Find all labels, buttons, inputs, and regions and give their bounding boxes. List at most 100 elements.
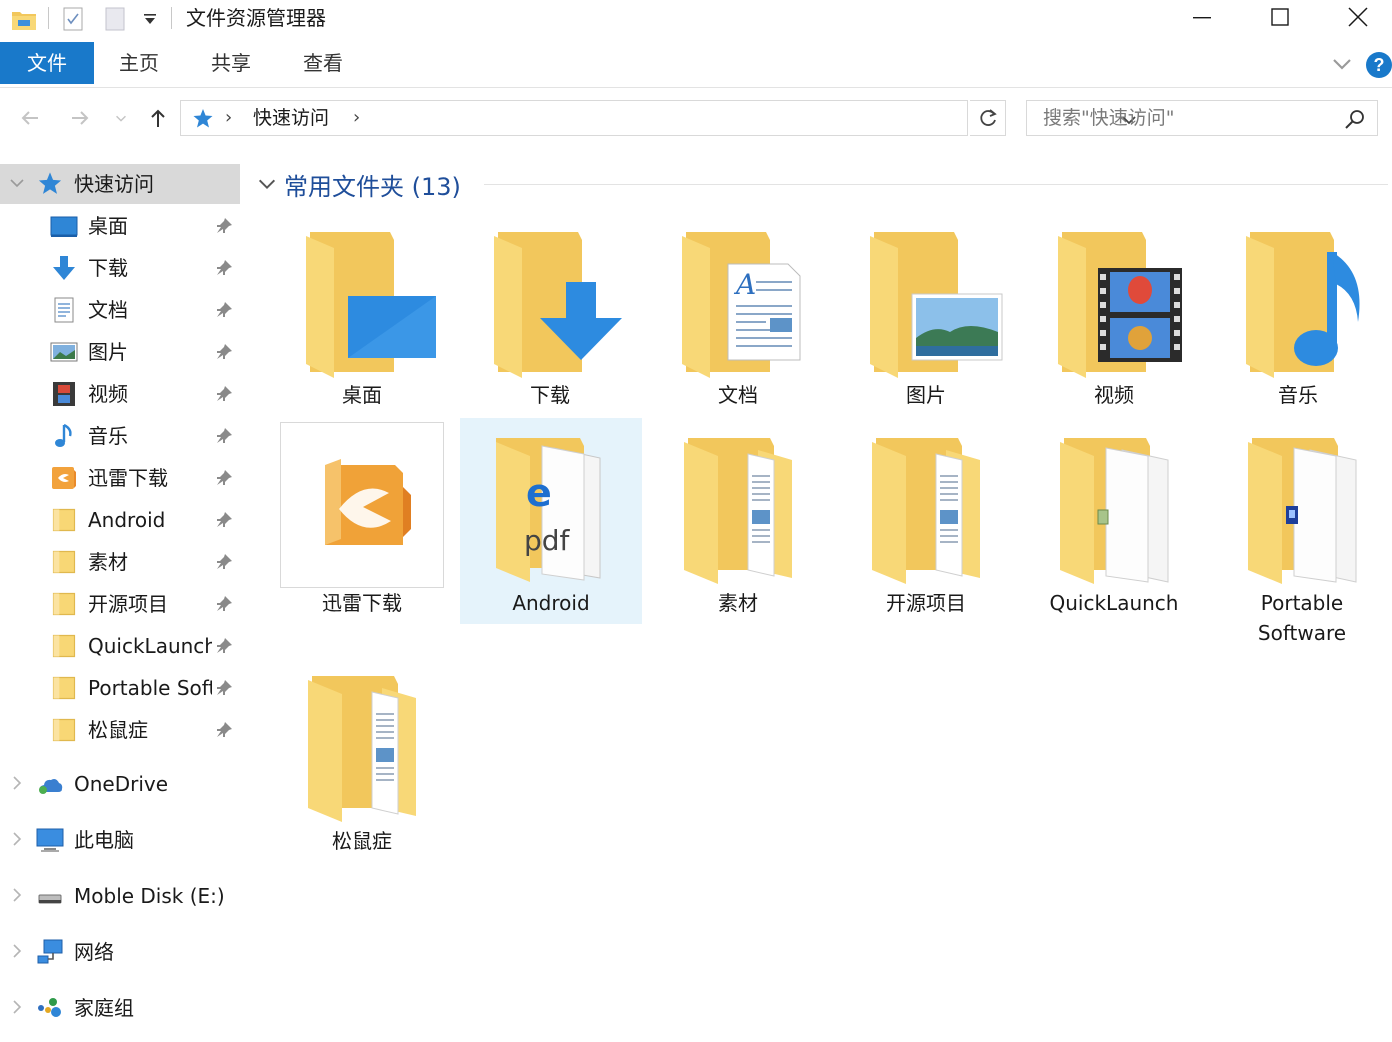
chevron-right-icon[interactable]	[8, 998, 26, 1016]
folder-tile-videos[interactable]: 视频	[1022, 222, 1206, 418]
close-button[interactable]	[1318, 0, 1392, 34]
pin-icon[interactable]	[214, 258, 234, 278]
recent-locations-button[interactable]	[108, 102, 134, 134]
tab-file[interactable]: 文件	[0, 42, 94, 84]
back-button[interactable]	[14, 102, 46, 134]
folder-tile-portable-software[interactable]: Portable Software	[1210, 420, 1392, 656]
sidebar-item-onedrive[interactable]: OneDrive	[0, 764, 240, 804]
sidebar-item-materials[interactable]: 素材	[0, 542, 240, 582]
breadcrumb-separator-icon[interactable]: ›	[353, 101, 360, 135]
navigation-pane: 快速访问 桌面 下载 文档 图片 视频 音乐 迅雷下载 Android 素材 开…	[0, 160, 244, 1042]
sidebar-item-homegroup[interactable]: 家庭组	[0, 988, 240, 1028]
folder-label: 素材	[718, 591, 758, 615]
up-button[interactable]	[142, 102, 174, 134]
folder-tile-materials[interactable]: 素材	[646, 420, 830, 626]
folder-tile-squirrel[interactable]: 松鼠症	[270, 666, 454, 862]
folder-tile-pictures[interactable]: 图片	[834, 222, 1018, 418]
sidebar-item-label: 下载	[88, 256, 128, 280]
sidebar-item-desktop[interactable]: 桌面	[0, 206, 240, 246]
forward-button[interactable]	[64, 102, 96, 134]
search-input[interactable]	[1027, 101, 1337, 135]
sidebar-item-documents[interactable]: 文档	[0, 290, 240, 330]
sidebar-item-music[interactable]: 音乐	[0, 416, 240, 456]
sidebar-item-squirrel[interactable]: 松鼠症	[0, 710, 240, 750]
folder-tile-open-source[interactable]: 开源项目	[834, 420, 1018, 626]
folder-tile-desktop[interactable]: 桌面	[270, 222, 454, 418]
search-icon[interactable]	[1343, 107, 1367, 131]
svg-text:A: A	[733, 268, 756, 301]
maximize-icon	[1271, 8, 1289, 26]
folder-tile-thunder-download[interactable]: 迅雷下载	[270, 420, 454, 626]
expand-ribbon-chevron-icon[interactable]	[1330, 52, 1354, 76]
refresh-icon	[979, 109, 997, 126]
breadcrumb-separator-icon[interactable]: ›	[225, 101, 232, 135]
explorer-folder-icon[interactable]	[10, 6, 36, 30]
breadcrumb-quick-access[interactable]: 快速访问	[253, 101, 329, 135]
sidebar-item-label: QuickLaunch	[88, 634, 212, 658]
sidebar-item-mobile-disk[interactable]: Moble Disk (E:)	[0, 876, 240, 916]
sidebar-item-quick-access[interactable]: 快速访问	[0, 164, 240, 204]
maximize-button[interactable]	[1240, 0, 1320, 34]
picture-icon	[50, 338, 78, 366]
open-source-folder-icon	[834, 420, 1018, 584]
pin-icon[interactable]	[214, 300, 234, 320]
sidebar-item-label: 迅雷下载	[88, 466, 168, 490]
sidebar-item-videos[interactable]: 视频	[0, 374, 240, 414]
folder-icon	[50, 674, 78, 702]
tab-share[interactable]: 共享	[192, 42, 270, 84]
folder-tile-documents[interactable]: A 文档	[646, 222, 830, 418]
pin-icon[interactable]	[214, 678, 234, 698]
pin-icon[interactable]	[214, 468, 234, 488]
search-box[interactable]	[1026, 100, 1378, 136]
network-icon	[36, 938, 64, 966]
chevron-down-icon[interactable]	[8, 174, 26, 192]
folder-label: 下载	[530, 383, 570, 407]
customize-qat-dropdown-icon[interactable]	[141, 6, 159, 30]
sidebar-item-open-source[interactable]: 开源项目	[0, 584, 240, 624]
sidebar-item-network[interactable]: 网络	[0, 932, 240, 972]
chevron-right-icon[interactable]	[8, 774, 26, 792]
tab-home[interactable]: 主页	[100, 42, 178, 84]
quick-access-star-icon	[191, 107, 215, 131]
new-folder-icon[interactable]	[103, 6, 129, 31]
folder-label: 图片	[906, 383, 946, 407]
pin-icon[interactable]	[214, 216, 234, 236]
refresh-button[interactable]	[970, 100, 1006, 136]
tab-view[interactable]: 查看	[284, 42, 362, 84]
folder-tile-music[interactable]: 音乐	[1206, 222, 1390, 418]
folder-tile-downloads[interactable]: 下载	[458, 222, 642, 418]
sidebar-item-label: 桌面	[88, 214, 128, 238]
window-title: 文件资源管理器	[186, 6, 326, 30]
pin-icon[interactable]	[214, 384, 234, 404]
pin-icon[interactable]	[214, 342, 234, 362]
properties-icon[interactable]	[61, 6, 87, 31]
chevron-down-icon[interactable]	[256, 173, 278, 195]
minimize-button[interactable]	[1162, 0, 1242, 34]
sidebar-item-pictures[interactable]: 图片	[0, 332, 240, 372]
folder-icon	[50, 506, 78, 534]
folder-label: 迅雷下载	[322, 591, 402, 615]
pin-icon[interactable]	[214, 426, 234, 446]
help-icon[interactable]: ?	[1366, 52, 1392, 78]
sidebar-item-label: Moble Disk (E:)	[74, 884, 225, 908]
address-bar[interactable]: › 快速访问 ›	[180, 100, 1136, 136]
pin-icon[interactable]	[214, 510, 234, 530]
frequent-folders-group-header[interactable]: 常用文件夹 (13)	[256, 164, 461, 204]
sidebar-item-quicklaunch[interactable]: QuickLaunch	[0, 626, 240, 666]
sidebar-item-portable-software[interactable]: Portable Software	[0, 668, 240, 708]
sidebar-item-thunder-download[interactable]: 迅雷下载	[0, 458, 240, 498]
sidebar-item-this-pc[interactable]: 此电脑	[0, 820, 240, 860]
chevron-right-icon[interactable]	[8, 942, 26, 960]
sidebar-item-downloads[interactable]: 下载	[0, 248, 240, 288]
folder-label: Portable	[1260, 591, 1344, 615]
folder-tile-quicklaunch[interactable]: QuickLaunch	[1022, 420, 1206, 626]
arrow-right-icon	[72, 111, 89, 125]
pin-icon[interactable]	[214, 552, 234, 572]
pin-icon[interactable]	[214, 636, 234, 656]
chevron-right-icon[interactable]	[8, 886, 26, 904]
pin-icon[interactable]	[214, 720, 234, 740]
chevron-right-icon[interactable]	[8, 830, 26, 848]
sidebar-item-android[interactable]: Android	[0, 500, 240, 540]
folder-tile-android[interactable]: e pdf Android	[460, 418, 642, 624]
pin-icon[interactable]	[214, 594, 234, 614]
